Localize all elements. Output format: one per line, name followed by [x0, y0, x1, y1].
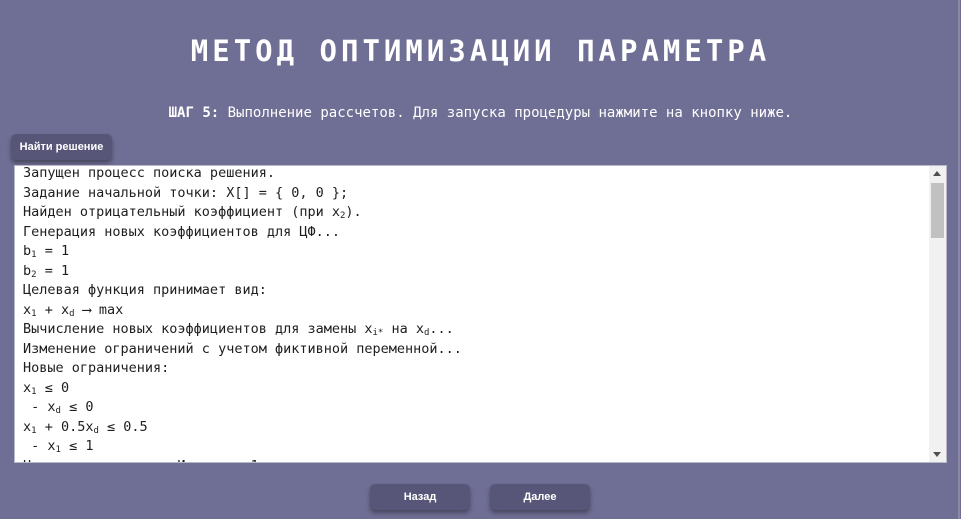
- step-text: Выполнение рассчетов. Для запуска процед…: [219, 105, 793, 121]
- log-text: ≤ 0.5: [98, 418, 148, 435]
- log-text: Изменение ограничений с учетом фиктивной…: [23, 340, 462, 357]
- log-line: x1 + xd ⟶ max: [23, 301, 928, 321]
- log-text: ...: [429, 321, 454, 337]
- log-line: Изменение ограничений с учетом фиктивной…: [23, 340, 928, 360]
- log-text: x: [23, 301, 32, 318]
- log-line: x1 ≤ 0: [23, 379, 928, 399]
- log-text: + x: [36, 301, 70, 318]
- log-text: ⟶ max: [74, 301, 124, 318]
- log-text: Целевая функция принимает вид:: [23, 282, 267, 298]
- scroll-up-arrow-icon[interactable]: [933, 171, 941, 176]
- log-text: b: [23, 243, 32, 259]
- log-line: - xd ≤ 0: [23, 398, 928, 418]
- log-line: Целевая функция принимает вид:: [23, 281, 928, 301]
- log-line: b1 = 1: [23, 242, 928, 262]
- window-edge-line: [958, 0, 960, 519]
- log-content: Запущен процесс поиска решения. Задание н…: [23, 165, 928, 463]
- log-text: Найден отрицательный коэффициент (при x: [23, 204, 340, 220]
- solution-log-textarea[interactable]: Запущен процесс поиска решения. Задание н…: [14, 165, 947, 463]
- log-text: - x: [23, 438, 56, 454]
- scroll-down-arrow-icon[interactable]: [933, 452, 941, 457]
- log-text: ≤ 1: [60, 438, 94, 454]
- log-scrollbar[interactable]: [929, 166, 946, 462]
- next-button[interactable]: Далее: [490, 484, 590, 510]
- log-text: x: [23, 418, 32, 435]
- scroll-thumb[interactable]: [931, 183, 944, 238]
- log-line: b2 = 1: [23, 262, 928, 282]
- log-text: Генерация новых коэффициентов для ЦФ...: [23, 223, 340, 240]
- log-text: b: [23, 262, 32, 279]
- log-line: Новые ограничения:: [23, 359, 928, 379]
- log-text: + 0.5x: [36, 418, 94, 435]
- log-line: Найден отрицательный коэффициент (при x2…: [23, 203, 928, 223]
- log-text: - x: [23, 399, 56, 415]
- step-instruction: ШАГ 5: Выполнение рассчетов. Для запуска…: [0, 105, 961, 121]
- find-solution-button[interactable]: Найти решение: [11, 134, 112, 160]
- log-line: - x1 ≤ 1: [23, 437, 928, 457]
- log-line: Запущен процесс поиска решения.: [23, 165, 928, 184]
- log-text: = 1: [36, 262, 70, 279]
- log-text: Запущен процесс поиска решения.: [23, 165, 275, 181]
- step-label: ШАГ 5:: [168, 105, 220, 121]
- log-text: ≤ 0: [36, 379, 70, 396]
- log-line: Генерация новых коэффициентов для ЦФ...: [23, 223, 928, 243]
- log-text: Задание начальной точки: X[] = { 0, 0 };: [23, 184, 349, 201]
- log-text: Новые ограничения:: [23, 360, 170, 376]
- log-text: ≤ 0: [60, 399, 94, 415]
- log-line: Задание начальной точки: X[] = { 0, 0 };: [23, 184, 928, 204]
- log-line: Начало эволюции... Итерация 1: [23, 457, 928, 463]
- log-line: Вычисление новых коэффициентов для замен…: [23, 320, 928, 340]
- log-subscript: i*: [372, 328, 384, 338]
- log-text: Начало эволюции... Итерация 1: [23, 458, 259, 463]
- log-text: на x: [383, 321, 424, 337]
- log-text: = 1: [36, 243, 70, 259]
- back-button[interactable]: Назад: [370, 484, 470, 510]
- log-text: x: [23, 379, 32, 396]
- log-text: Вычисление новых коэффициентов для замен…: [23, 321, 373, 337]
- page-title: МЕТОД ОПТИМИЗАЦИИ ПАРАМЕТРА: [190, 34, 771, 68]
- log-text: ).: [345, 204, 362, 220]
- log-line: x1 + 0.5xd ≤ 0.5: [23, 418, 928, 438]
